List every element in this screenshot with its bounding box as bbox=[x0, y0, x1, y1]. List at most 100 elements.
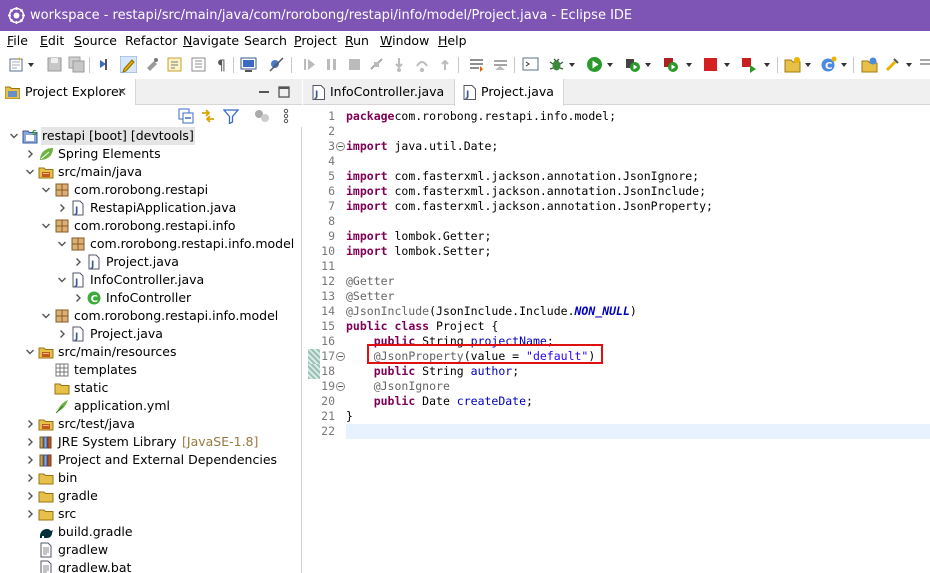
suspend-icon[interactable] bbox=[323, 56, 340, 73]
tree-item[interactable]: gradlew bbox=[0, 541, 302, 559]
chevron-right-icon[interactable] bbox=[24, 433, 36, 451]
chevron-right-icon[interactable] bbox=[24, 145, 36, 163]
new-project-dropdown-arrow[interactable] bbox=[805, 63, 811, 67]
toggle-block-selection-icon[interactable] bbox=[144, 56, 161, 73]
new-java-class-icon[interactable]: C bbox=[820, 56, 837, 73]
code-line[interactable]: @JsonIgnore bbox=[346, 379, 450, 394]
tree-item[interactable]: application.yml bbox=[0, 397, 302, 415]
code-line[interactable]: public class Project { bbox=[346, 319, 498, 334]
code-text-area[interactable]: packagecom.rorobong.restapi.info.model; i… bbox=[346, 105, 930, 573]
tree-item[interactable]: templates bbox=[0, 361, 302, 379]
chevron-down-icon[interactable] bbox=[40, 181, 52, 199]
code-line[interactable]: @Setter bbox=[346, 289, 394, 304]
drop-to-frame-icon[interactable] bbox=[468, 56, 485, 73]
chevron-right-icon[interactable] bbox=[56, 325, 68, 343]
tab-infocontroller-java[interactable]: J InfoController.java bbox=[304, 79, 454, 105]
code-line[interactable]: public Date createDate; bbox=[346, 394, 533, 409]
menu-window[interactable]: Window bbox=[380, 33, 429, 48]
profile-icon[interactable] bbox=[662, 56, 679, 73]
tree-item[interactable]: Srestapi [boot] [devtools] bbox=[0, 127, 302, 145]
resume-icon[interactable] bbox=[301, 56, 318, 73]
stop-dropdown-arrow[interactable] bbox=[724, 63, 730, 67]
tree-item[interactable]: Project and External Dependencies bbox=[0, 451, 302, 469]
close-icon[interactable]: ✕ bbox=[117, 79, 127, 105]
chevron-right-icon[interactable] bbox=[24, 469, 36, 487]
tab-project-java[interactable]: J Project.java bbox=[454, 79, 564, 106]
code-line[interactable]: import com.fasterxml.jackson.annotation.… bbox=[346, 169, 699, 184]
chevron-down-icon[interactable] bbox=[56, 271, 68, 289]
code-line[interactable]: @JsonInclude(JsonInclude.Include.NON_NUL… bbox=[346, 304, 637, 319]
tree-item[interactable]: J Project.java bbox=[0, 253, 302, 271]
code-line[interactable]: @Getter bbox=[346, 274, 394, 289]
tree-item[interactable]: src/test/java bbox=[0, 415, 302, 433]
coverage-dropdown-arrow[interactable] bbox=[645, 63, 651, 67]
chevron-right-icon[interactable] bbox=[72, 253, 84, 271]
tree-item[interactable]: J InfoController.java bbox=[0, 271, 302, 289]
tree-item[interactable]: build.gradle bbox=[0, 523, 302, 541]
run-last-tool-icon[interactable] bbox=[740, 56, 757, 73]
save-icon[interactable] bbox=[46, 56, 63, 73]
pilcrow-icon[interactable]: ¶ bbox=[213, 56, 230, 73]
tree-item[interactable]: bin bbox=[0, 469, 302, 487]
use-step-filters-icon[interactable] bbox=[492, 56, 509, 73]
new-class-dropdown-arrow[interactable] bbox=[841, 63, 847, 67]
word-wrap-icon[interactable] bbox=[166, 56, 183, 73]
tree-item[interactable]: JRE System Library [JavaSE-1.8] bbox=[0, 433, 302, 451]
menu-refactor[interactable]: Refactor bbox=[125, 33, 177, 48]
tree-item[interactable]: J RestapiApplication.java bbox=[0, 199, 302, 217]
chevron-down-icon[interactable] bbox=[24, 163, 36, 181]
debug-perspective-icon[interactable] bbox=[97, 56, 114, 73]
tree-item[interactable]: J Project.java bbox=[0, 325, 302, 343]
menu-file[interactable]: File bbox=[7, 33, 28, 48]
save-all-icon[interactable] bbox=[68, 56, 85, 73]
fold-toggle-icon[interactable] bbox=[336, 142, 345, 151]
chevron-right-icon[interactable] bbox=[56, 199, 68, 217]
chevron-right-icon[interactable] bbox=[24, 505, 36, 523]
chevron-right-icon[interactable] bbox=[24, 415, 36, 433]
coverage-icon[interactable] bbox=[624, 56, 641, 73]
menu-search[interactable]: Search bbox=[244, 33, 287, 48]
tree-item[interactable]: static bbox=[0, 379, 302, 397]
run-icon[interactable] bbox=[586, 56, 603, 73]
tree-item[interactable]: src bbox=[0, 505, 302, 523]
view-menu-icon[interactable] bbox=[282, 108, 290, 124]
profile-dropdown-arrow[interactable] bbox=[686, 63, 692, 67]
open-type-icon[interactable] bbox=[861, 56, 878, 73]
tree-item[interactable]: com.rorobong.restapi.info.model bbox=[0, 307, 302, 325]
focus-on-active-task-icon[interactable] bbox=[254, 108, 270, 124]
chevron-down-icon[interactable] bbox=[24, 343, 36, 361]
menu-source[interactable]: Source bbox=[74, 33, 117, 48]
new-dropdown-arrow[interactable] bbox=[28, 63, 34, 67]
show-whitespace-icon[interactable] bbox=[190, 56, 207, 73]
tree-item[interactable]: com.rorobong.restapi bbox=[0, 181, 302, 199]
chevron-right-icon[interactable] bbox=[72, 289, 84, 307]
run-dropdown-arrow[interactable] bbox=[607, 63, 613, 67]
step-return-icon[interactable] bbox=[437, 56, 454, 73]
chevron-right-icon[interactable] bbox=[24, 487, 36, 505]
new-wizard-icon[interactable] bbox=[8, 56, 25, 73]
chevron-right-icon[interactable] bbox=[24, 451, 36, 469]
menu-navigate[interactable]: Navigate bbox=[183, 33, 239, 48]
code-line[interactable]: import java.util.Date; bbox=[346, 139, 498, 154]
fold-toggle-icon[interactable] bbox=[336, 352, 345, 361]
tree-item[interactable]: gradle bbox=[0, 487, 302, 505]
chevron-down-icon[interactable] bbox=[40, 307, 52, 325]
terminate-icon[interactable] bbox=[346, 56, 363, 73]
disconnect-icon[interactable] bbox=[368, 56, 385, 73]
tree-item[interactable]: Spring Elements bbox=[0, 145, 302, 163]
menu-run[interactable]: Run bbox=[345, 33, 369, 48]
filter-icon[interactable] bbox=[223, 108, 239, 124]
step-over-icon[interactable] bbox=[414, 56, 431, 73]
stop-icon[interactable] bbox=[702, 56, 719, 73]
mark-occurrences-icon[interactable] bbox=[120, 56, 137, 73]
skip-breakpoints-icon[interactable] bbox=[268, 56, 285, 73]
step-into-icon[interactable] bbox=[391, 56, 408, 73]
search-icon[interactable] bbox=[884, 56, 901, 73]
external-tools-icon[interactable] bbox=[522, 56, 539, 73]
code-line[interactable]: } bbox=[346, 409, 353, 424]
menu-edit[interactable]: Edit bbox=[40, 33, 64, 48]
link-with-editor-icon[interactable] bbox=[200, 108, 216, 124]
tree-item[interactable]: src/main/java bbox=[0, 163, 302, 181]
tree-item[interactable]: gradlew.bat bbox=[0, 559, 302, 573]
menu-help[interactable]: Help bbox=[438, 33, 467, 48]
